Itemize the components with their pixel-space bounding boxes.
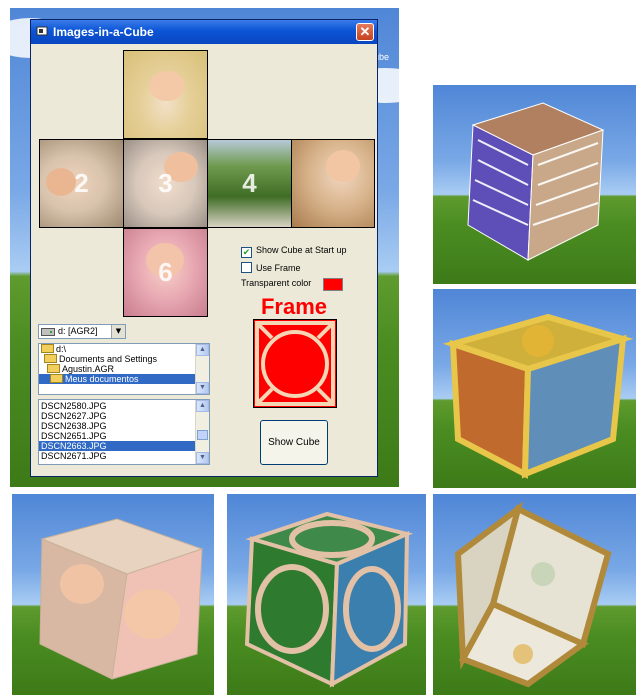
drive-value: d: [AGR2] [58, 326, 98, 336]
face-4-thumbnail[interactable]: 4 [207, 139, 292, 228]
cube-render-ornate-frame [433, 494, 636, 695]
window-client-area: 2 3 4 6 ✔ Show Cube at Start up Use Frame… [33, 45, 375, 475]
close-button[interactable]: ✕ [356, 23, 374, 41]
face-5-thumbnail[interactable] [291, 139, 375, 228]
show-cube-at-startup-checkbox[interactable]: ✔ Show Cube at Start up [241, 245, 347, 258]
file-item[interactable]: DSCN2638.JPG [39, 421, 196, 431]
file-item-selected[interactable]: DSCN2663.JPG [39, 441, 196, 451]
file-list-scrollbar[interactable]: ▲ ▼ [195, 400, 209, 464]
app-window: Images-in-a-Cube ✕ 2 3 4 6 ✔ Show Cube a… [30, 19, 378, 477]
cube-image [467, 102, 605, 261]
file-item[interactable]: DSCN2651.JPG [39, 431, 196, 441]
scroll-up-icon[interactable]: ▲ [196, 400, 209, 412]
face-number: 2 [74, 167, 89, 198]
checkbox-empty [241, 262, 252, 273]
open-folder-icon [44, 354, 57, 363]
file-item[interactable]: DSCN2627.JPG [39, 411, 196, 421]
face-3-thumbnail[interactable]: 3 [123, 139, 208, 228]
frame-title: Frame [260, 294, 328, 319]
cube-image [244, 511, 414, 688]
cube-render-gold-frame [433, 289, 636, 488]
transparent-color-label: Transparent color [241, 278, 312, 288]
chevron-down-icon[interactable]: ▼ [111, 325, 125, 338]
use-frame-checkbox[interactable]: Use Frame [241, 262, 301, 273]
folder-item-selected[interactable]: Meus documentos [39, 374, 196, 384]
cube-render-honeycomb [433, 85, 636, 284]
show-cube-button[interactable]: Show Cube [260, 420, 328, 465]
folder-item[interactable]: Documents and Settings [39, 354, 209, 364]
open-folder-icon [41, 344, 54, 353]
cube-image [454, 501, 612, 688]
folder-item[interactable]: Agustin.AGR [39, 364, 209, 374]
frame-shape-icon [255, 321, 335, 406]
transparent-color-swatch[interactable] [323, 278, 343, 291]
app-icon [36, 26, 48, 36]
frame-preview [253, 319, 337, 408]
face-number: 3 [158, 167, 173, 198]
folder-item[interactable]: d:\ [39, 344, 209, 354]
cube-render-baby-photos [12, 494, 214, 695]
scroll-down-icon[interactable]: ▼ [196, 452, 209, 464]
checkbox-label: Use Frame [256, 263, 301, 273]
window-titlebar[interactable]: Images-in-a-Cube ✕ [31, 20, 377, 44]
face-1-thumbnail[interactable] [123, 50, 208, 139]
file-list[interactable]: DSCN2580.JPG DSCN2627.JPG DSCN2638.JPG D… [38, 399, 210, 465]
folder-list-scrollbar[interactable]: ▲ ▼ [195, 344, 209, 394]
checkmark-icon: ✔ [241, 247, 252, 258]
window-title: Images-in-a-Cube [53, 25, 154, 39]
file-item[interactable]: DSCN2671.JPG [39, 451, 196, 461]
face-2-thumbnail[interactable]: 2 [39, 139, 124, 228]
face-number: 6 [158, 256, 173, 287]
drive-icon [41, 328, 55, 336]
face-number: 4 [242, 167, 257, 198]
baby-photo [149, 71, 185, 101]
folder-list[interactable]: d:\ Documents and Settings Agustin.AGR M… [38, 343, 210, 395]
baby-photo [326, 150, 360, 182]
scroll-up-icon[interactable]: ▲ [196, 344, 209, 356]
scroll-down-icon[interactable]: ▼ [196, 382, 209, 394]
file-item[interactable]: DSCN2580.JPG [39, 401, 196, 411]
checkbox-label: Show Cube at Start up [256, 245, 347, 255]
cube-render-round-frame [227, 494, 426, 695]
cube-image [39, 518, 204, 680]
cube-image [442, 313, 634, 479]
drive-select[interactable]: d: [AGR2] ▼ [38, 324, 126, 339]
face-6-thumbnail[interactable]: 6 [123, 228, 208, 317]
open-folder-icon [47, 364, 60, 373]
scroll-thumb[interactable] [197, 430, 208, 440]
open-folder-icon [50, 374, 63, 383]
